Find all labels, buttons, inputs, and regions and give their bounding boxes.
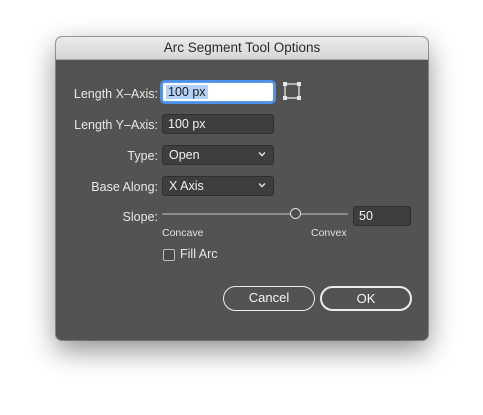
length-y-label: Length Y–Axis: <box>74 118 158 132</box>
length-x-input[interactable]: 100 px <box>162 82 274 102</box>
slope-slider-track[interactable] <box>162 213 348 215</box>
ok-button[interactable]: OK <box>320 286 412 311</box>
type-dropdown[interactable]: Open <box>162 145 274 165</box>
length-x-label: Length X–Axis: <box>73 87 158 101</box>
type-selected: Open <box>169 148 200 162</box>
slope-value-input[interactable]: 50 <box>353 206 411 226</box>
slope-max-label: Convex <box>311 227 347 239</box>
slope-label: Slope: <box>122 210 158 224</box>
slope-slider-thumb[interactable] <box>290 208 302 219</box>
base-along-selected: X Axis <box>169 179 204 193</box>
base-along-label: Base Along: <box>91 180 158 194</box>
length-x-value: 100 px <box>166 85 208 99</box>
dialog-title: Arc Segment Tool Options <box>56 37 428 60</box>
base-along-dropdown[interactable]: X Axis <box>162 176 274 196</box>
type-label: Type: <box>127 149 158 163</box>
chevron-down-icon <box>258 152 266 157</box>
arc-segment-dialog: Arc Segment Tool Options Length X–Axis: … <box>56 37 428 340</box>
fill-arc-label: Fill Arc <box>180 247 218 261</box>
cancel-button[interactable]: Cancel <box>223 286 315 311</box>
reference-point-icon[interactable] <box>282 81 302 101</box>
length-y-input[interactable]: 100 px <box>162 114 274 134</box>
fill-arc-checkbox[interactable] <box>163 249 175 261</box>
slope-min-label: Concave <box>162 227 204 239</box>
chevron-down-icon <box>258 183 266 188</box>
